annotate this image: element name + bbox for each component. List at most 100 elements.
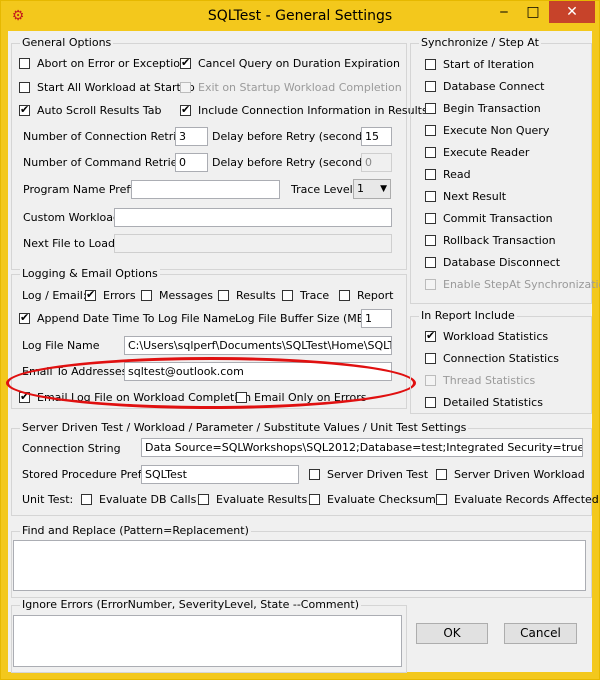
log-messages-checkbox[interactable] (141, 290, 152, 301)
eval-records-checkbox[interactable] (436, 494, 447, 505)
trace-level-select[interactable]: 1 ▼ (353, 179, 391, 199)
cancel-query-label: Cancel Query on Duration Expiration (198, 57, 400, 70)
append-date-label: Append Date Time To Log File Name (37, 312, 236, 325)
sync-item-database-connect: Database Connect (443, 80, 545, 93)
custom-workload-input[interactable] (114, 208, 392, 227)
eval-db-calls-label: Evaluate DB Calls (99, 493, 197, 506)
thread-stats-checkbox (425, 375, 436, 386)
sync-checkbox-1[interactable] (425, 81, 436, 92)
log-report-checkbox[interactable] (339, 290, 350, 301)
eval-db-calls-checkbox[interactable] (81, 494, 92, 505)
eval-results-checkbox[interactable] (198, 494, 209, 505)
minimize-button[interactable]: ‒ (491, 1, 517, 23)
sync-label: Synchronize / Step At (419, 36, 541, 50)
cancel-button[interactable]: Cancel (504, 623, 577, 644)
buffer-size-label: Log File Buffer Size (MB) (235, 312, 369, 325)
sync-checkbox-0[interactable] (425, 59, 436, 70)
workload-stats-checkbox[interactable] (425, 329, 436, 342)
start-all-workload-checkbox[interactable] (19, 82, 30, 93)
delay-retry-label-1: Delay before Retry (seconds) (212, 130, 373, 143)
delay-retry-input-2: 0 (361, 153, 392, 172)
log-errors-checkbox[interactable] (85, 288, 96, 301)
trace-level-label: Trace Level (291, 183, 353, 196)
delay-retry-input-1[interactable]: 15 (361, 127, 392, 146)
log-results-label: Results (236, 289, 276, 302)
log-file-name-input[interactable]: C:\Users\sqlperf\Documents\SQLTest\Home\… (124, 336, 392, 355)
report-include-label: In Report Include (419, 309, 517, 323)
exit-on-startup-checkbox (180, 82, 191, 93)
server-driven-test-label: Server Driven Test (327, 468, 429, 481)
include-connection-checkbox[interactable] (180, 103, 191, 116)
sp-prefix-input[interactable]: SQLTest (141, 465, 299, 484)
command-retries-input[interactable]: 0 (175, 153, 208, 172)
chevron-down-icon: ▼ (380, 184, 387, 194)
close-button[interactable]: ✕ (549, 1, 595, 23)
connection-stats-checkbox[interactable] (425, 353, 436, 364)
connection-retries-input[interactable]: 3 (175, 127, 208, 146)
buffer-size-input[interactable]: 1 (361, 309, 392, 328)
append-date-checkbox[interactable] (19, 311, 30, 324)
sync-item-commit-transaction: Commit Transaction (443, 212, 553, 225)
email-only-errors-checkbox[interactable] (236, 392, 247, 403)
sync-checkbox-4[interactable] (425, 147, 436, 158)
sync-item-database-disconnect: Database Disconnect (443, 256, 561, 269)
sync-checkbox-2[interactable] (425, 103, 436, 114)
sync-item-begin-transaction: Begin Transaction (443, 102, 541, 115)
server-driven-test-checkbox[interactable] (309, 469, 320, 480)
sync-item-next-result: Next Result (443, 190, 507, 203)
log-file-name-label: Log File Name (22, 339, 100, 352)
ok-button[interactable]: OK (416, 623, 488, 644)
log-trace-checkbox[interactable] (282, 290, 293, 301)
sync-checkbox-6[interactable] (425, 191, 436, 202)
sp-prefix-label: Stored Procedure Prefix (22, 468, 152, 481)
email-to-input[interactable]: sqltest@outlook.com (124, 362, 392, 381)
abort-on-error-label: Abort on Error or Exception (37, 57, 187, 70)
connection-stats-label: Connection Statistics (443, 352, 560, 365)
sync-checkbox-9[interactable] (425, 257, 436, 268)
exit-on-startup-label: Exit on Startup Workload Completion (198, 81, 402, 94)
sync-item-enable-stepat: Enable StepAt Synchronization (443, 278, 600, 291)
sync-item-read: Read (443, 168, 471, 181)
sync-checkbox-10 (425, 279, 436, 290)
start-all-workload-label: Start All Workload at Startup (37, 81, 195, 94)
email-only-errors-label: Email Only on Errors (254, 391, 367, 404)
thread-stats-label: Thread Statistics (443, 374, 536, 387)
delay-retry-label-2: Delay before Retry (seconds) (212, 156, 373, 169)
cancel-query-checkbox[interactable] (180, 56, 191, 69)
sync-checkbox-5[interactable] (425, 169, 436, 180)
eval-results-label: Evaluate Results (216, 493, 308, 506)
settings-window: ⚙ SQLTest - General Settings ‒ □ ✕ Gener… (0, 0, 600, 680)
log-report-label: Report (357, 289, 394, 302)
sync-checkbox-8[interactable] (425, 235, 436, 246)
eval-records-label: Evaluate Records Affected (454, 493, 599, 506)
log-trace-label: Trace (300, 289, 330, 302)
sync-checkbox-3[interactable] (425, 125, 436, 136)
email-log-file-checkbox[interactable] (19, 390, 30, 403)
connection-string-input[interactable]: Data Source=SQLWorkshops\SQL2012;Databas… (141, 438, 583, 457)
include-connection-label: Include Connection Information in Result… (198, 104, 428, 117)
connection-string-label: Connection String (22, 442, 121, 455)
dialog-body: General Options Abort on Error or Except… (6, 31, 600, 673)
sync-item-execute-reader: Execute Reader (443, 146, 530, 159)
next-file-input (114, 234, 392, 253)
sync-item-execute-non-query: Execute Non Query (443, 124, 550, 137)
program-name-prefix-input[interactable] (131, 180, 280, 199)
ignore-errors-textarea[interactable] (13, 615, 402, 667)
program-name-prefix-label: Program Name Prefix (23, 183, 140, 196)
maximize-button[interactable]: □ (520, 1, 546, 23)
server-driven-workload-checkbox[interactable] (436, 469, 447, 480)
detailed-stats-label: Detailed Statistics (443, 396, 543, 409)
detailed-stats-checkbox[interactable] (425, 397, 436, 408)
sync-checkbox-7[interactable] (425, 213, 436, 224)
abort-on-error-checkbox[interactable] (19, 58, 30, 69)
log-results-checkbox[interactable] (218, 290, 229, 301)
eval-checksum-label: Evaluate Checksum (327, 493, 436, 506)
find-replace-textarea[interactable] (13, 540, 586, 591)
log-errors-label: Errors (103, 289, 136, 302)
auto-scroll-checkbox[interactable] (19, 103, 30, 116)
title-bar[interactable]: ⚙ SQLTest - General Settings ‒ □ ✕ (1, 1, 599, 31)
unit-test-label: Unit Test: (22, 493, 74, 506)
find-replace-label: Find and Replace (Pattern=Replacement) (20, 524, 251, 538)
eval-checksum-checkbox[interactable] (309, 494, 320, 505)
next-file-label: Next File to Load (23, 237, 115, 250)
